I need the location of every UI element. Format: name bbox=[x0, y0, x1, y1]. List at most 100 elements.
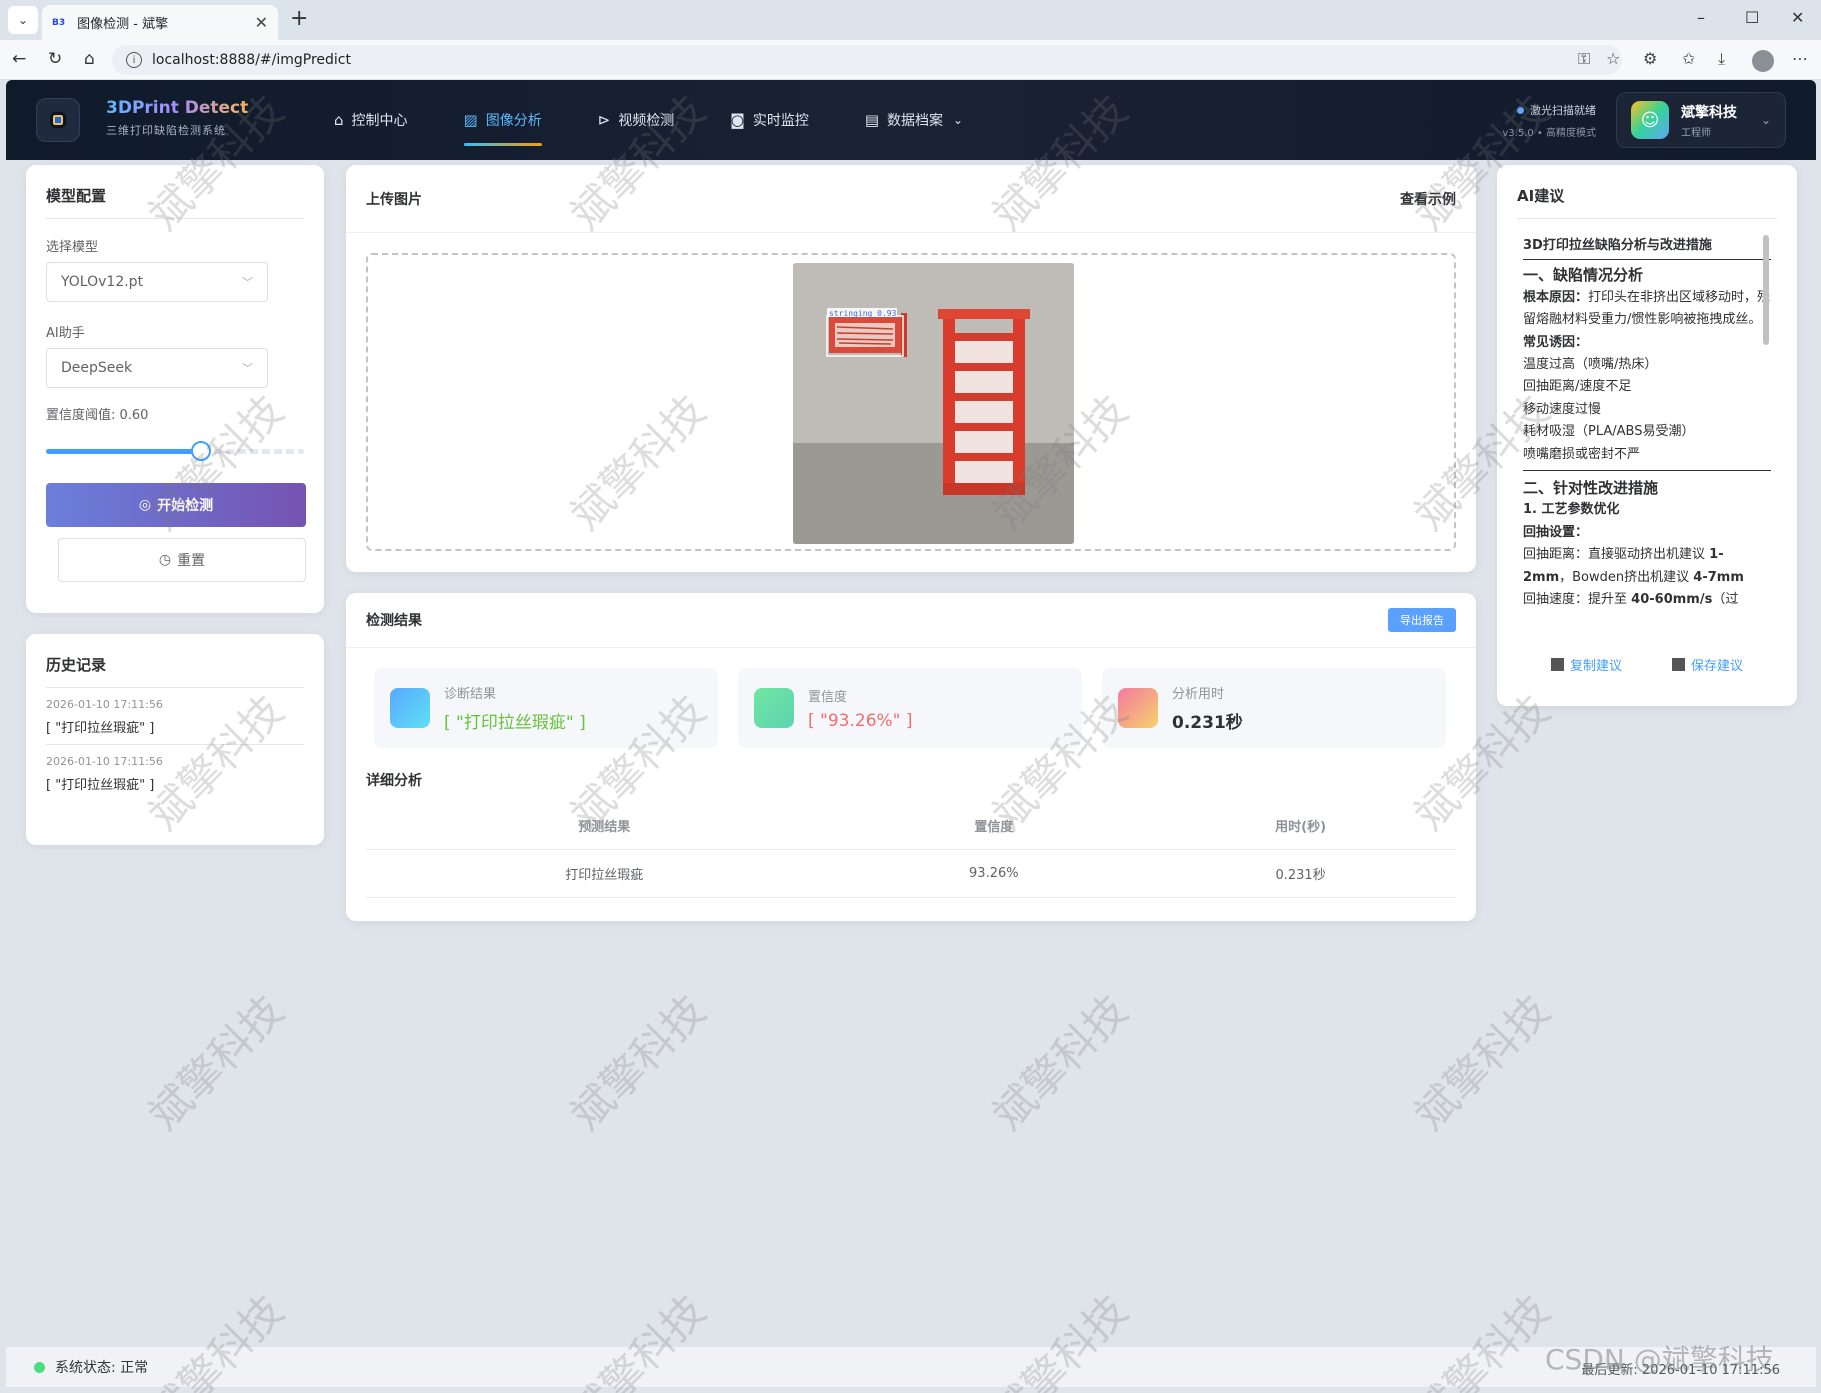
stat-duration: 分析用时 0.231秒 bbox=[1102, 668, 1446, 748]
play-circle-icon: ⊳ bbox=[597, 111, 611, 129]
panel-title: AI建议 bbox=[1517, 187, 1565, 205]
start-button-label: 开始检测 bbox=[157, 498, 214, 514]
key-icon[interactable]: ⚿ bbox=[1578, 49, 1590, 69]
home-icon: ⌂ bbox=[334, 111, 344, 129]
confidence-slider[interactable] bbox=[46, 441, 304, 461]
ai-bold-label: 1. 工艺参数优化 bbox=[1523, 502, 1620, 518]
chevron-down-icon: ⌄ bbox=[953, 113, 964, 127]
status-text: 激光扫描就绪 bbox=[1530, 104, 1596, 117]
ai-list-item: 温度过高（喷嘴/热床） bbox=[1523, 357, 1658, 373]
detection-result-image: stringing 0.93 bbox=[793, 263, 1074, 544]
system-status: 系统状态: 正常 bbox=[55, 1360, 149, 1376]
user-menu[interactable]: ☺ 斌擎科技 工程师 ⌄ bbox=[1616, 92, 1786, 148]
ai-text: ，Bowden挤出机建议 bbox=[1559, 569, 1690, 585]
ai-bold-value: 4-7mm bbox=[1693, 569, 1744, 585]
reset-button-label: 重置 bbox=[177, 553, 206, 569]
ai-select-value: DeepSeek bbox=[61, 360, 133, 376]
slider-handle[interactable] bbox=[190, 441, 211, 461]
download-icon[interactable]: ⤓ bbox=[1718, 49, 1725, 69]
spinner-icon: ◎ bbox=[138, 497, 152, 513]
nav-label: 图像分析 bbox=[485, 113, 542, 129]
nav-realtime-monitor[interactable]: ◙ 实时监控 bbox=[702, 80, 837, 160]
site-info-icon[interactable]: i bbox=[126, 52, 142, 68]
nav-video-detection[interactable]: ⊳ 视频检测 bbox=[570, 80, 703, 160]
nav-image-analysis[interactable]: ▨ 图像分析 bbox=[436, 80, 570, 160]
ai-text: 回抽速度：提升至 bbox=[1523, 592, 1628, 608]
profile-avatar-icon[interactable] bbox=[1752, 50, 1774, 72]
save-suggestion-button[interactable]: 保存建议 bbox=[1672, 655, 1743, 674]
maximize-icon[interactable]: ☐ bbox=[1745, 8, 1759, 27]
tab-title: 图像检测 - 斌擎 bbox=[77, 17, 169, 32]
table-cell: 打印拉丝瑕疵 bbox=[366, 849, 843, 898]
ai-text: （过 bbox=[1712, 592, 1739, 608]
history-item[interactable]: 2026-01-10 17:11:56 [ "打印拉丝瑕疵" ] bbox=[46, 688, 304, 745]
ai-scrollbar[interactable] bbox=[1763, 235, 1769, 630]
new-tab-icon[interactable]: + bbox=[290, 6, 308, 31]
confidence-label: 置信度阈值: 0.60 bbox=[46, 408, 149, 423]
result-panel: 检测结果 导出报告 诊断结果 [ "打印拉丝瑕疵" ] 置信度 [ "93.26… bbox=[346, 593, 1476, 921]
window-close-icon[interactable]: ✕ bbox=[1791, 8, 1804, 27]
save-label: 保存建议 bbox=[1691, 659, 1744, 674]
stat-value: 0.231秒 bbox=[1172, 713, 1243, 733]
ai-bold-label: 常见诱因： bbox=[1523, 334, 1589, 350]
upload-dropzone[interactable]: stringing 0.93 bbox=[366, 253, 1456, 551]
ai-paragraph: 回抽距离：直接驱动挤出机建议 1-2mm，Bowden挤出机建议 4-7mm bbox=[1523, 544, 1771, 589]
ai-paragraph: 根本原因：打印头在非挤出区域移动时，残留熔融材料受重力/惯性影响被拖拽成丝。 bbox=[1523, 287, 1771, 332]
minimize-icon[interactable]: – bbox=[1697, 8, 1705, 27]
table-header: 置信度 bbox=[842, 803, 1146, 850]
back-icon[interactable]: ← bbox=[12, 49, 26, 69]
ai-bold-label: 根本原因： bbox=[1523, 289, 1589, 305]
tab-list-button[interactable]: ⌄ bbox=[8, 6, 38, 34]
history-item[interactable]: 2026-01-10 17:11:56 [ "打印拉丝瑕疵" ] bbox=[46, 745, 304, 801]
stat-value: [ "打印拉丝瑕疵" ] bbox=[444, 713, 586, 733]
favorites-icon[interactable]: ✩ bbox=[1682, 49, 1695, 68]
export-report-button[interactable]: 导出报告 bbox=[1388, 608, 1456, 632]
watermark-text: 斌擎科技 bbox=[1405, 985, 1559, 1140]
main-nav: ⌂ 控制中心 ▨ 图像分析 ⊳ 视频检测 ◙ 实时监控 ▤ 数据档案 ⌄ bbox=[306, 80, 991, 160]
home-icon[interactable]: ⌂ bbox=[84, 49, 95, 69]
ai-list-item: 移动速度过慢 bbox=[1523, 401, 1602, 417]
detail-title: 详细分析 bbox=[366, 773, 422, 789]
ai-suggestion-content[interactable]: 3D打印拉丝缺陷分析与改进措施 一、缺陷情况分析 根本原因：打印头在非挤出区域移… bbox=[1523, 235, 1771, 630]
table-row[interactable]: 打印拉丝瑕疵 93.26% 0.231秒 bbox=[366, 849, 1456, 898]
favorite-star-icon[interactable]: ☆ bbox=[1606, 49, 1620, 68]
nav-label: 数据档案 bbox=[887, 113, 944, 129]
ai-assistant-select[interactable]: DeepSeek ﹀ bbox=[46, 348, 268, 388]
history-label: [ "打印拉丝瑕疵" ] bbox=[46, 778, 155, 793]
more-menu-icon[interactable]: ⋯ bbox=[1792, 49, 1808, 68]
close-tab-icon[interactable]: ✕ bbox=[255, 13, 268, 32]
version-text: v3.5.0 • 高精度模式 bbox=[1502, 128, 1596, 139]
browser-toolbar: ← ↻ ⌂ i localhost:8888/#/imgPredict ⚿ ☆ … bbox=[0, 40, 1821, 80]
uploaded-image-preview: stringing 0.93 bbox=[793, 263, 1074, 544]
detail-table: 预测结果 置信度 用时(秒) 打印拉丝瑕疵 93.26% 0.231秒 bbox=[366, 803, 1456, 898]
nav-control-center[interactable]: ⌂ 控制中心 bbox=[306, 80, 436, 160]
model-select-value: YOLOv12.pt bbox=[61, 274, 144, 290]
reload-icon[interactable]: ↻ bbox=[48, 49, 62, 69]
chevron-down-icon: ⌄ bbox=[1760, 113, 1771, 127]
nav-label: 视频检测 bbox=[618, 113, 675, 129]
url-text: localhost:8888/#/imgPredict bbox=[152, 52, 351, 68]
stat-diagnosis: 诊断结果 [ "打印拉丝瑕疵" ] bbox=[374, 668, 718, 748]
extensions-icon[interactable]: ⚙ bbox=[1643, 49, 1657, 68]
start-detection-button[interactable]: ◎ 开始检测 bbox=[46, 483, 306, 527]
table-cell: 0.231秒 bbox=[1145, 849, 1456, 898]
site-favicon-icon: B3 bbox=[52, 17, 66, 28]
browser-tab-bar: ⌄ B3 图像检测 - 斌擎 ✕ + – ☐ ✕ bbox=[0, 0, 1821, 40]
camera-icon: ◙ bbox=[730, 111, 745, 129]
clock-icon: ◷ bbox=[158, 552, 172, 568]
status-dot-icon bbox=[1517, 107, 1524, 114]
view-example-link[interactable]: 查看示例 bbox=[1400, 189, 1456, 209]
address-bar[interactable]: i localhost:8888/#/imgPredict bbox=[112, 45, 1622, 75]
reset-button[interactable]: ◷ 重置 bbox=[58, 538, 306, 582]
browser-tab[interactable]: B3 图像检测 - 斌擎 ✕ bbox=[42, 5, 278, 40]
history-time: 2026-01-10 17:11:56 bbox=[46, 698, 163, 711]
duration-icon bbox=[1118, 688, 1158, 728]
nav-data-archive[interactable]: ▤ 数据档案 ⌄ bbox=[837, 80, 991, 160]
save-icon bbox=[1672, 658, 1685, 671]
app-header: 3DPrint Detect 三维打印缺陷检测系统 ⌂ 控制中心 ▨ 图像分析 ⊳ 视… bbox=[6, 80, 1816, 160]
ai-bold-value: 40-60mm/s bbox=[1631, 592, 1713, 608]
confidence-icon bbox=[754, 688, 794, 728]
copy-suggestion-button[interactable]: 复制建议 bbox=[1550, 655, 1622, 674]
model-select[interactable]: YOLOv12.pt ﹀ bbox=[46, 262, 268, 302]
ai-paragraph: 回抽设置： bbox=[1523, 522, 1771, 544]
